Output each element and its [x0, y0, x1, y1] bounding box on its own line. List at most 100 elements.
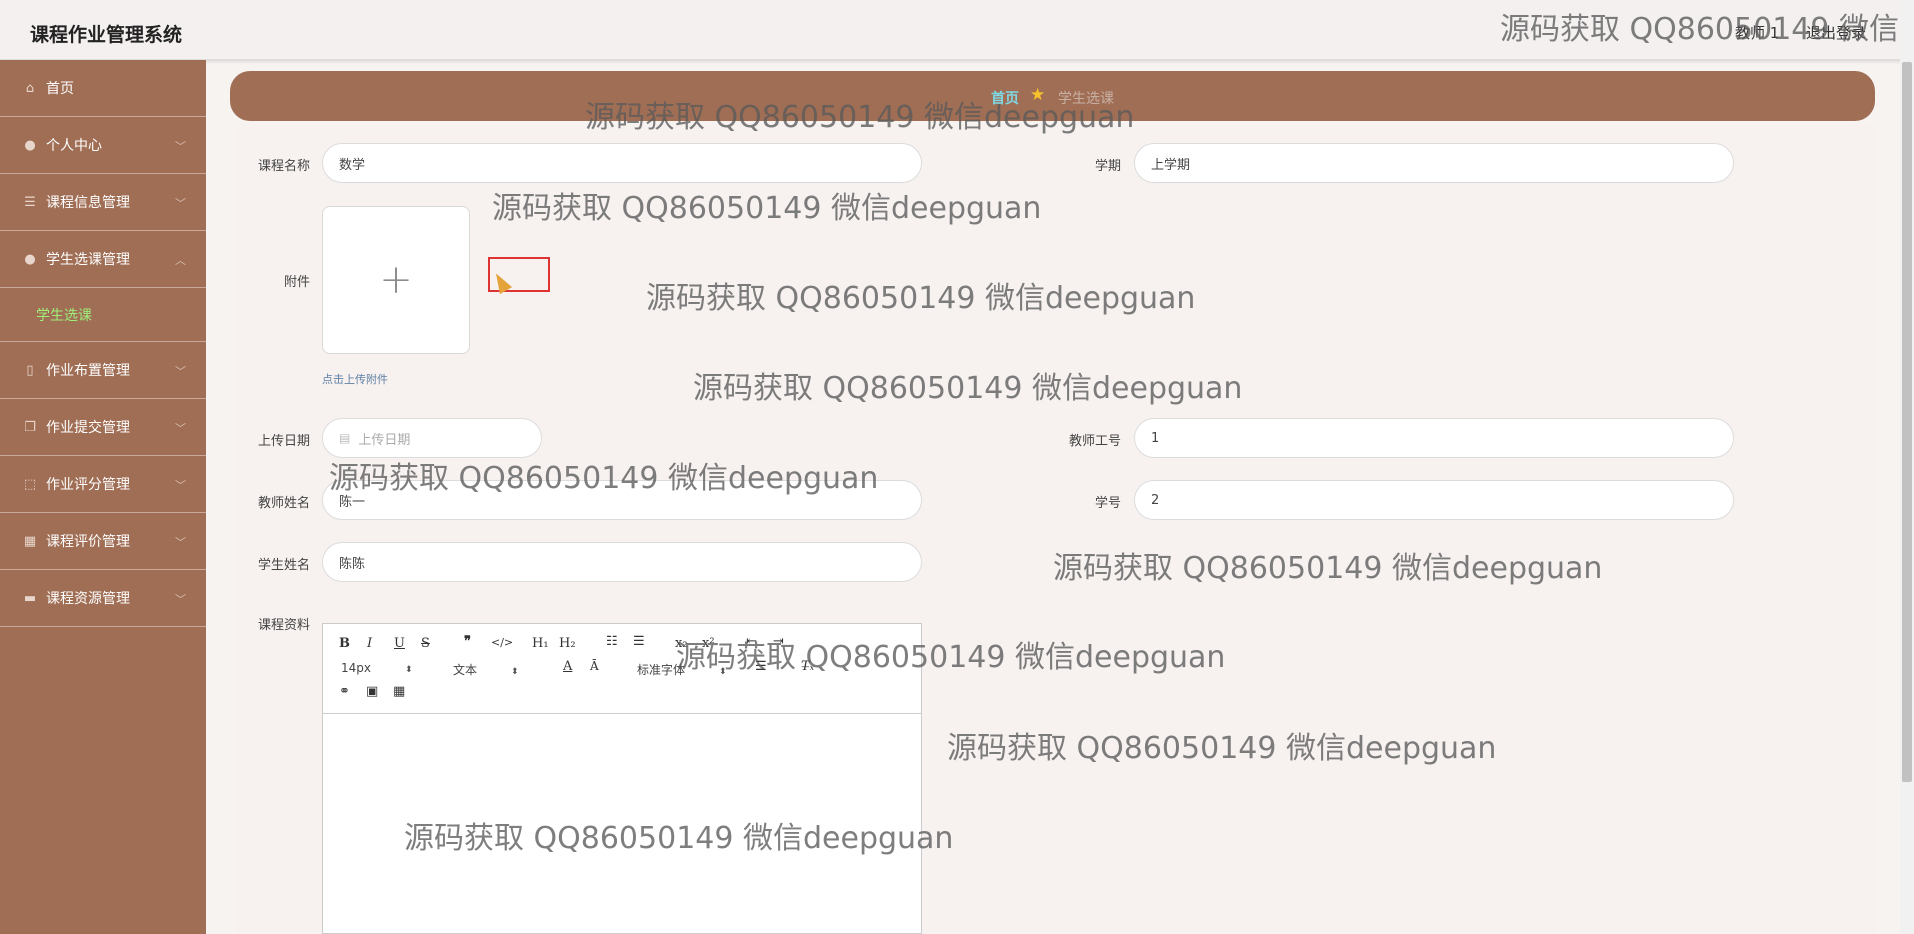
user-icon: ● — [24, 137, 36, 153]
editor-content-area[interactable] — [323, 714, 921, 934]
heading1-icon[interactable]: H₁ — [532, 636, 549, 651]
student-name-input[interactable]: 陈陈 — [322, 542, 922, 582]
chevron-up-icon: ︿ — [175, 254, 186, 267]
sidebar-item-label: 课程信息管理 — [46, 195, 130, 211]
subscript-icon[interactable]: x₂ — [675, 636, 688, 651]
sidebar-item-label: 作业评分管理 — [46, 477, 130, 493]
teacher-id-input[interactable]: 1 — [1134, 418, 1734, 458]
align-icon[interactable]: ☰ — [755, 659, 767, 674]
student-name-label: 学生姓名 — [257, 558, 310, 573]
indent-icon[interactable]: ⇥ — [773, 634, 784, 649]
sidebar-item-homework-submit[interactable]: ❐ 作业提交管理 ﹀ — [0, 399, 206, 456]
sidebar-item-course-resources[interactable]: ▬ 课程资源管理 ﹀ — [0, 570, 206, 627]
bullet-list-icon[interactable]: ☰ — [633, 634, 645, 649]
grid-icon: ▦ — [23, 533, 37, 549]
editor-toolbar: B I U S ❞ </> H₁ H₂ ☷ ☰ x₂ x² ⇤ ⇥ 14px ⬍ … — [323, 624, 921, 714]
bold-icon[interactable]: B — [339, 636, 350, 651]
sidebar-item-label: 作业提交管理 — [46, 420, 130, 436]
upload-date-input[interactable]: ▤ 上传日期 — [322, 418, 542, 458]
code-icon[interactable]: </> — [491, 636, 513, 649]
frame-icon: ⬚ — [23, 476, 37, 492]
select-arrow-icon: ⬍ — [719, 667, 727, 677]
select-arrow-icon: ⬍ — [405, 665, 413, 675]
sidebar-item-homework-assign[interactable]: ▯ 作业布置管理 ﹀ — [0, 342, 206, 399]
italic-icon[interactable]: I — [367, 636, 372, 651]
blockquote-icon[interactable]: ❞ — [464, 634, 471, 649]
course-material-label: 课程资料 — [257, 618, 310, 633]
font-family-value: 标准字体 — [637, 663, 686, 677]
chevron-down-icon: ﹀ — [175, 365, 186, 378]
sidebar-item-label: 首页 — [46, 81, 74, 97]
logout-button[interactable]: 退出登录 — [1806, 22, 1866, 43]
breadcrumb: 首页 ★ 学生选课 — [230, 71, 1875, 121]
chevron-down-icon: ﹀ — [175, 479, 186, 492]
breadcrumb-home-link[interactable]: 首页 — [991, 88, 1019, 108]
superscript-icon[interactable]: x² — [702, 636, 715, 651]
underline-icon[interactable]: U — [394, 636, 405, 651]
link-icon[interactable]: ⚭ — [339, 684, 350, 699]
image-icon[interactable]: ▣ — [366, 684, 378, 699]
app-title: 课程作业管理系统 — [30, 24, 183, 46]
chevron-down-icon: ﹀ — [175, 536, 186, 549]
monitor-icon: ▬ — [23, 590, 37, 606]
sidebar-item-course-selection[interactable]: ● 学生选课管理 ︿ — [0, 231, 206, 288]
chevron-down-icon: ﹀ — [175, 197, 186, 210]
teacher-name-label: 教师姓名 — [257, 496, 310, 511]
student-id-input[interactable]: 2 — [1134, 480, 1734, 520]
font-size-value: 14px — [341, 661, 371, 675]
course-name-input[interactable]: 数学 — [322, 143, 922, 183]
list-icon: ☰ — [24, 194, 36, 210]
sidebar: ⌂ 首页 ● 个人中心 ﹀ ☰ 课程信息管理 ﹀ ● 学生选课管理 ︿ 学生选课… — [0, 60, 206, 934]
phone-icon: ▯ — [26, 362, 34, 378]
attachment-label: 附件 — [283, 275, 310, 290]
top-header: 课程作业管理系统 教师 1 退出登录 — [0, 0, 1914, 60]
sidebar-item-label: 课程资源管理 — [46, 591, 130, 607]
font-color-icon[interactable]: A — [563, 659, 572, 674]
background-color-icon[interactable]: Ā — [590, 659, 599, 673]
sidebar-item-label: 作业布置管理 — [46, 363, 130, 379]
sidebar-item-course-evaluation[interactable]: ▦ 课程评价管理 ﹀ — [0, 513, 206, 570]
upload-hint: 点击上传附件 — [322, 373, 388, 386]
select-arrow-icon: ⬍ — [511, 667, 519, 677]
course-name-label: 课程名称 — [257, 159, 310, 174]
user-name: 教师 1 — [1735, 24, 1780, 42]
teacher-name-input[interactable]: 陈一 — [322, 480, 922, 520]
sidebar-subitem-student-selection[interactable]: 学生选课 — [0, 288, 206, 342]
user-icon: ● — [24, 251, 36, 267]
teacher-id-label: 教师工号 — [1068, 434, 1121, 449]
term-label: 学期 — [1094, 159, 1121, 174]
paragraph-value: 文本 — [453, 663, 478, 677]
copy-icon: ❐ — [24, 419, 36, 435]
calendar-icon: ▤ — [339, 431, 351, 445]
font-family-select[interactable]: 标准字体 ⬍ — [637, 661, 727, 678]
star-icon: ★ — [1030, 85, 1046, 105]
plus-icon: + — [379, 257, 413, 303]
paragraph-select[interactable]: 文本 ⬍ — [453, 661, 519, 678]
sidebar-item-homework-grading[interactable]: ⬚ 作业评分管理 ﹀ — [0, 456, 206, 513]
term-input[interactable]: 上学期 — [1134, 143, 1734, 183]
sidebar-item-course-info[interactable]: ☰ 课程信息管理 ﹀ — [0, 174, 206, 231]
sidebar-item-personal-center[interactable]: ● 个人中心 ﹀ — [0, 117, 206, 174]
sidebar-item-label: 个人中心 — [46, 138, 102, 154]
upload-date-label: 上传日期 — [257, 434, 310, 449]
chevron-down-icon: ﹀ — [175, 593, 186, 606]
clear-format-icon[interactable]: T̶ₓ — [801, 659, 814, 674]
student-id-label: 学号 — [1094, 496, 1121, 511]
ordered-list-icon[interactable]: ☷ — [606, 634, 618, 649]
chevron-down-icon: ﹀ — [175, 140, 186, 153]
font-size-select[interactable]: 14px ⬍ — [341, 661, 413, 675]
sidebar-item-label: 学生选课管理 — [46, 252, 130, 268]
heading2-icon[interactable]: H₂ — [559, 636, 576, 651]
strikethrough-icon[interactable]: S — [421, 636, 430, 651]
upload-button[interactable]: + — [322, 206, 470, 354]
chevron-down-icon: ﹀ — [175, 422, 186, 435]
breadcrumb-current: 学生选课 — [1058, 91, 1114, 107]
outdent-icon[interactable]: ⇤ — [746, 634, 757, 649]
rich-text-editor: B I U S ❞ </> H₁ H₂ ☷ ☰ x₂ x² ⇤ ⇥ 14px ⬍ … — [322, 623, 922, 934]
video-icon[interactable]: ▦ — [393, 684, 405, 699]
sidebar-item-label: 课程评价管理 — [46, 534, 130, 550]
upload-date-placeholder: 上传日期 — [358, 432, 411, 448]
sidebar-item-home[interactable]: ⌂ 首页 — [0, 60, 206, 117]
scrollbar-thumb[interactable] — [1902, 62, 1912, 782]
home-icon: ⌂ — [25, 80, 35, 96]
